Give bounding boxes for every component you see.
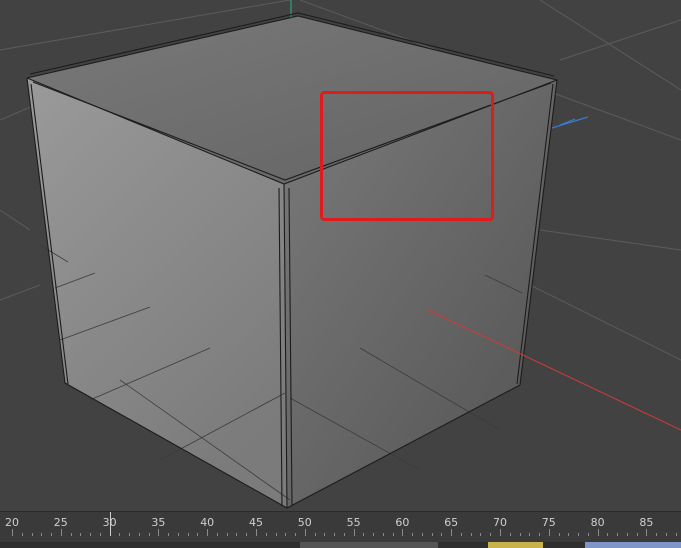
timeline-tick-mark (295, 533, 297, 536)
timeline-tick-mark (80, 533, 82, 536)
timeline-tick-mark (656, 533, 658, 536)
timeline-tick-label: 80 (590, 516, 605, 529)
timeline-tick-label: 45 (249, 516, 263, 529)
timeline-tick-mark (675, 533, 677, 536)
timeline-tick-mark (539, 533, 541, 536)
z-axis-line (551, 116, 589, 129)
cube-object[interactable] (26, 12, 558, 509)
timeline-tick-mark (353, 529, 355, 536)
timeline-tick-mark (256, 529, 257, 536)
timeline-tick-mark (392, 533, 394, 536)
timeline-tick-mark (51, 533, 53, 536)
timeline-tick-label: 40 (200, 516, 215, 529)
timeline-tick-mark (519, 533, 521, 536)
timeline-tick-mark (285, 533, 287, 536)
timeline-tick-label: 60 (395, 516, 410, 529)
timeline-tick-mark (246, 533, 248, 536)
timeline-tick-mark (578, 533, 580, 536)
timeline-tick-mark (314, 533, 316, 536)
timeline-tick-mark (451, 529, 453, 536)
timeline-tick-label: 65 (444, 516, 459, 529)
timeline-tick-mark (568, 533, 570, 536)
timeline-tick-mark (90, 533, 92, 536)
timeline-tick-mark (216, 533, 218, 536)
timeline-tick-mark (558, 533, 560, 536)
timeline-tick-mark (480, 533, 482, 536)
timeline-tick-mark (402, 529, 404, 536)
timeline-tick-label: 50 (297, 516, 312, 529)
timeline-tick-mark (187, 533, 189, 536)
timeline-tick-mark (304, 529, 306, 536)
timeline-tick-mark (236, 533, 238, 536)
timeline-tick-label: 55 (346, 516, 361, 529)
timeline-tick-mark (99, 533, 101, 536)
timeline-scrollbar[interactable] (0, 542, 681, 548)
timeline-tick-mark (431, 533, 433, 536)
timeline-tick-mark (607, 533, 609, 536)
timeline-tick-mark (460, 533, 462, 536)
timeline-tick-mark (21, 533, 23, 536)
timeline-tick-mark (617, 533, 619, 536)
timeline-tick-mark (158, 529, 160, 536)
timeline-tick-mark (226, 533, 228, 536)
playhead-marker[interactable] (109, 512, 111, 536)
keyframe-marker-yellow[interactable] (488, 542, 543, 548)
timeline-tick-mark (373, 533, 375, 536)
timeline-tick-mark (324, 533, 326, 536)
timeline-tick-mark (168, 533, 170, 536)
scrollbar-handle[interactable] (300, 542, 438, 548)
timeline-tick-mark (275, 533, 277, 536)
timeline-tick-mark (148, 533, 150, 536)
timeline-tick-mark (177, 533, 179, 536)
timeline-tick-mark (70, 533, 72, 536)
timeline-tick-mark (587, 533, 589, 536)
timeline-tick-mark (31, 533, 33, 536)
timeline-tick-mark (60, 529, 62, 536)
timeline-tick-mark (500, 529, 501, 536)
timeline-tick-mark (197, 533, 199, 536)
timeline-tick-label: 75 (541, 516, 556, 529)
timeline-panel[interactable]: 2025303540455055606570758085 (0, 511, 681, 548)
timeline-tick-mark (129, 533, 131, 536)
timeline-tick-mark (334, 533, 336, 536)
timeline-tick-mark (441, 533, 443, 536)
timeline-tick-mark (529, 533, 531, 536)
timeline-tick-mark (421, 533, 423, 536)
timeline-tick-mark (12, 529, 13, 536)
timeline-tick-mark (548, 529, 550, 536)
timeline-ruler[interactable]: 2025303540455055606570758085 (0, 512, 681, 536)
timeline-tick-mark (412, 533, 414, 536)
timeline-tick-mark (41, 533, 43, 536)
timeline-tick-mark (138, 533, 140, 536)
scrollbar-track-left (0, 542, 260, 548)
3d-viewport[interactable] (0, 0, 681, 511)
scrollbar-range-blue[interactable] (585, 542, 681, 548)
timeline-tick-mark (470, 533, 472, 536)
timeline-tick-label: 70 (493, 516, 507, 529)
timeline-tick-mark (382, 533, 384, 536)
timeline-tick-label: 25 (53, 516, 68, 529)
timeline-tick-label: 20 (5, 516, 19, 529)
timeline-tick-mark (646, 529, 648, 536)
timeline-tick-mark (490, 533, 492, 536)
timeline-tick-label: 85 (639, 516, 654, 529)
timeline-tick-label: 35 (151, 516, 166, 529)
viewport-canvas[interactable] (0, 0, 681, 511)
timeline-tick-mark (343, 533, 345, 536)
timeline-tick-mark (509, 533, 511, 536)
timeline-tick-mark (119, 533, 121, 536)
timeline-tick-mark (363, 533, 365, 536)
timeline-tick-mark (665, 533, 667, 536)
timeline-tick-mark (265, 533, 267, 536)
timeline-tick-mark (207, 529, 209, 536)
timeline-tick-mark (597, 529, 599, 536)
timeline-tick-mark (626, 533, 628, 536)
timeline-tick-mark (636, 533, 638, 536)
